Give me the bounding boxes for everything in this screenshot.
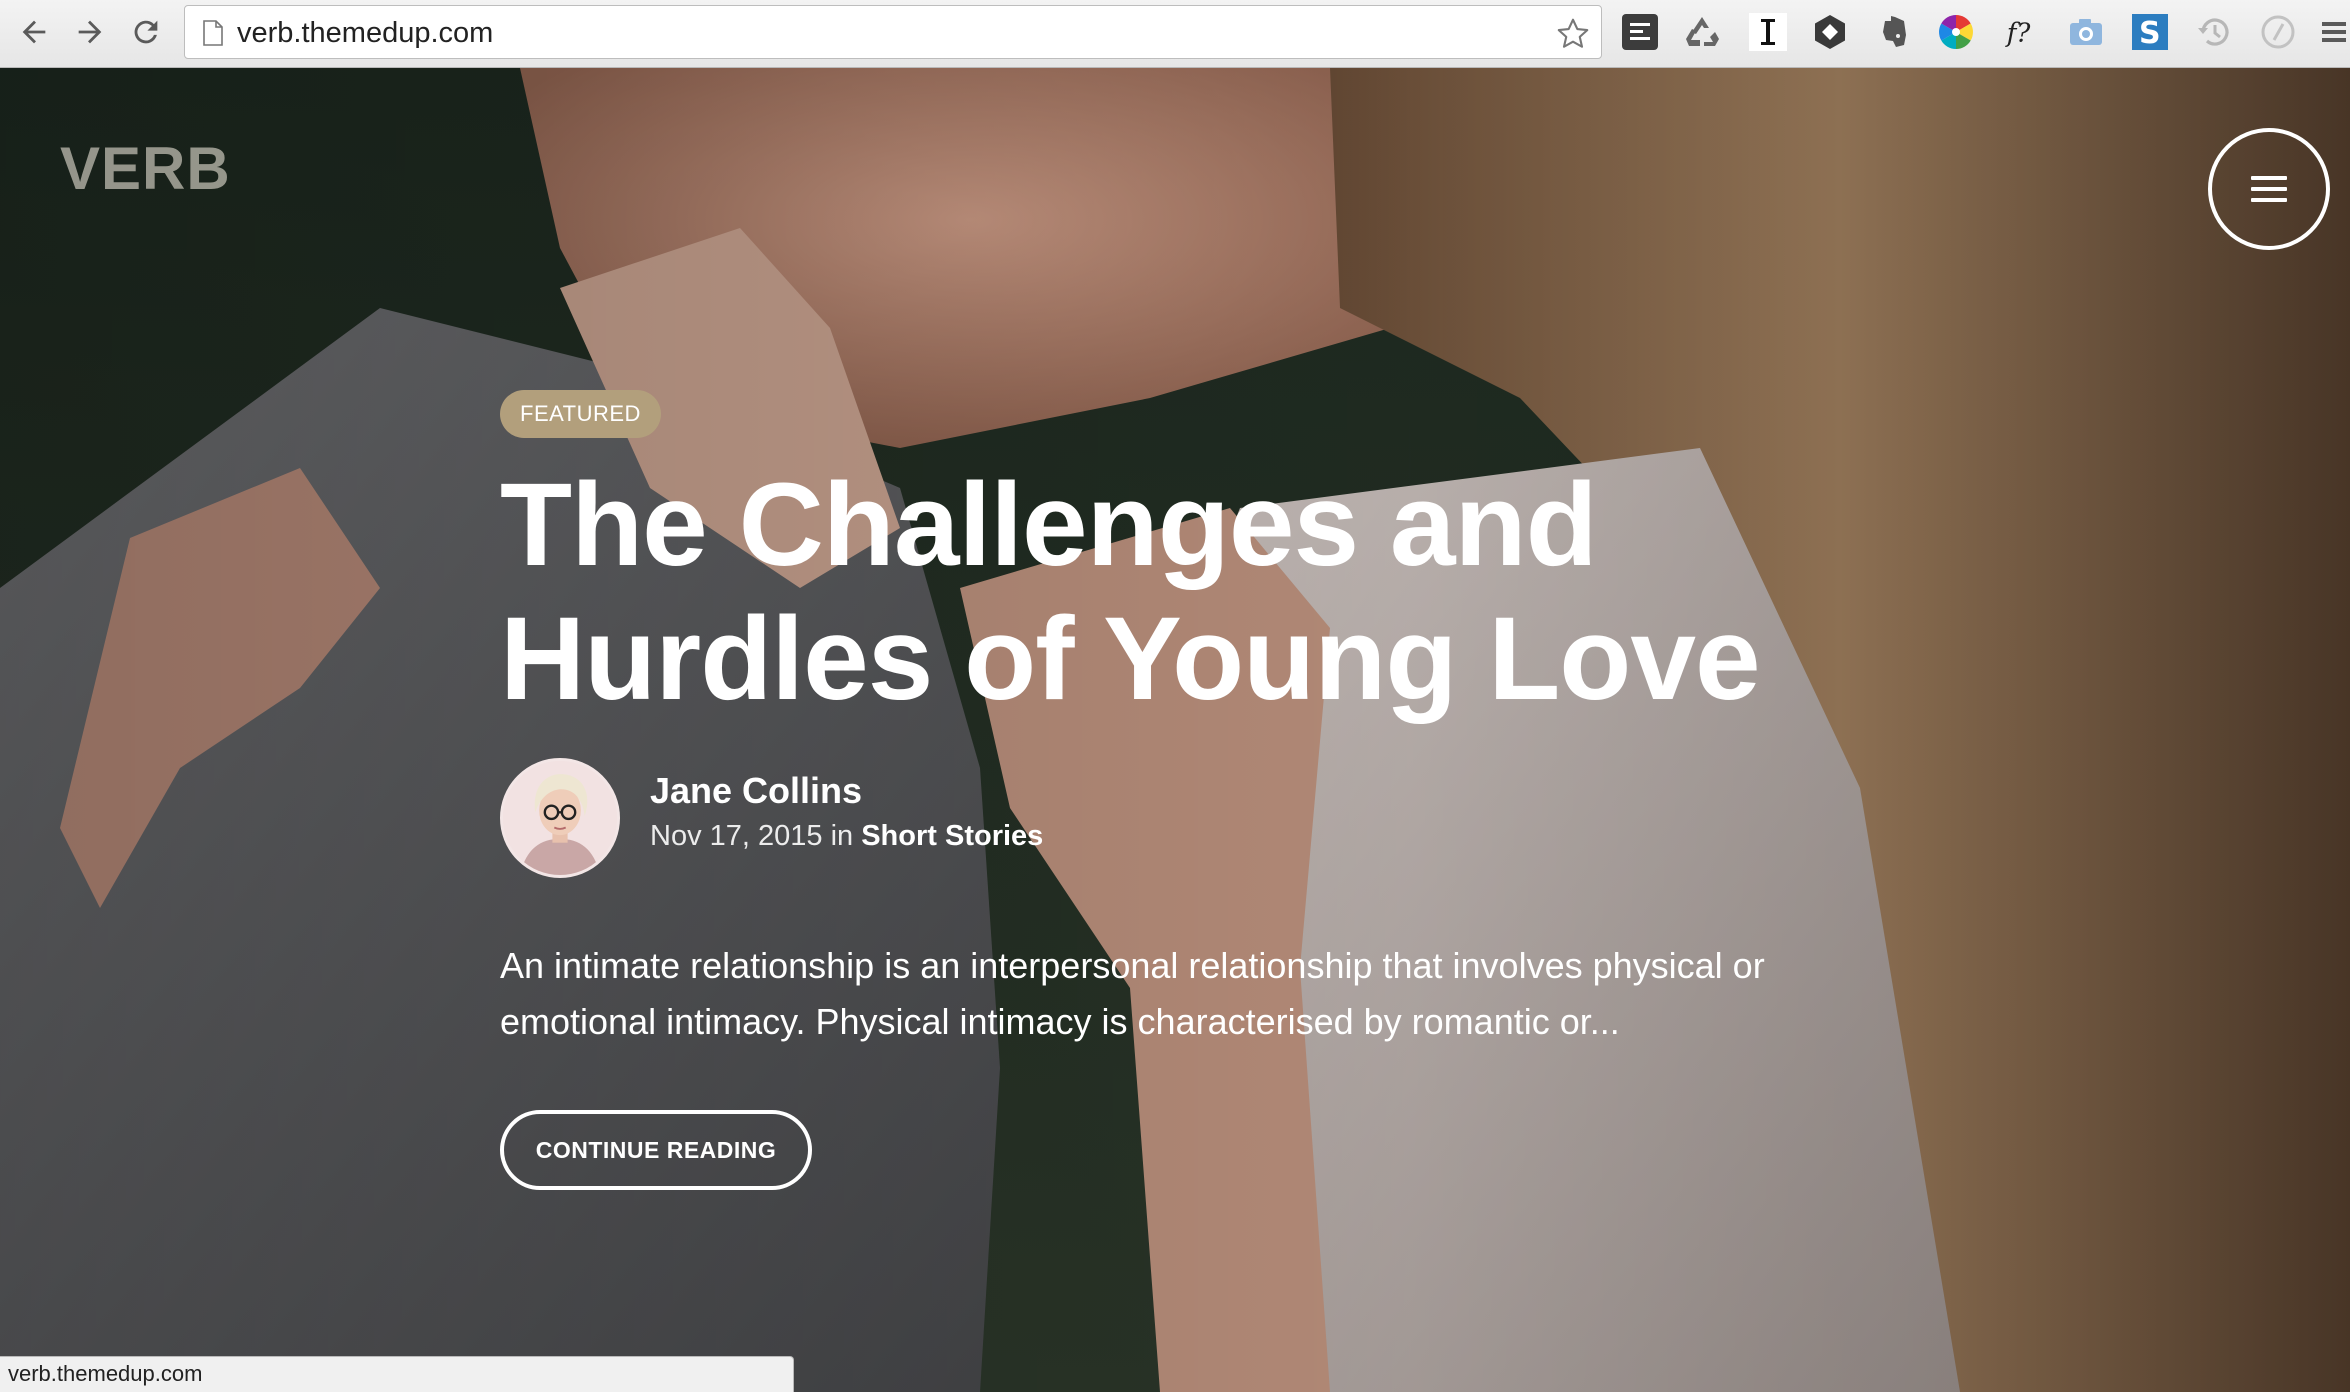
author-avatar[interactable] — [500, 758, 620, 878]
back-button[interactable] — [10, 8, 58, 56]
hero-section: VERB FEATURED The Challenges and Hurdles… — [0, 68, 2350, 1392]
recycle-icon[interactable] — [1682, 12, 1722, 52]
featured-badge: FEATURED — [500, 390, 661, 438]
forward-arrow-icon — [78, 20, 102, 44]
whatfont-icon[interactable]: f? — [2002, 12, 2048, 52]
reload-icon — [134, 20, 158, 44]
chrome-menu-icon[interactable] — [2318, 12, 2348, 52]
hamburger-icon — [2251, 176, 2287, 202]
hexagon-icon[interactable] — [1810, 12, 1850, 52]
page-icon — [203, 20, 223, 46]
site-logo[interactable]: VERB — [60, 134, 231, 203]
post-category-link[interactable]: Short Stories — [861, 820, 1043, 852]
readability-icon[interactable] — [1620, 12, 1660, 52]
color-wheel-icon[interactable] — [1936, 12, 1976, 52]
instapaper-icon[interactable] — [1748, 12, 1788, 52]
post-title[interactable]: The Challenges and Hurdles of Young Love — [500, 458, 1900, 726]
post-meta: Nov 17, 2015 in Short Stories — [650, 820, 1043, 853]
forward-button[interactable] — [66, 8, 114, 56]
history-icon[interactable] — [2194, 12, 2234, 52]
address-bar[interactable]: verb.themedup.com — [184, 5, 1602, 59]
stylebot-icon[interactable]: S — [2130, 12, 2170, 52]
back-arrow-icon — [22, 20, 46, 44]
post-date: Nov 17, 2015 — [650, 820, 823, 852]
evernote-icon[interactable] — [1874, 12, 1914, 52]
reload-button[interactable] — [122, 8, 170, 56]
speed-dial-icon[interactable] — [2258, 12, 2298, 52]
post-excerpt: An intimate relationship is an interpers… — [500, 945, 1765, 1042]
url-text: verb.themedup.com — [237, 17, 494, 49]
meta-in-word: in — [830, 820, 854, 852]
author-name[interactable]: Jane Collins — [650, 770, 862, 812]
continue-reading-button[interactable]: CONTINUE READING — [500, 1110, 812, 1190]
browser-toolbar: verb.themedup.com f? S — [0, 0, 2350, 68]
camera-icon[interactable] — [2066, 12, 2106, 52]
menu-button[interactable] — [2208, 128, 2330, 250]
hero-overlay — [0, 68, 2350, 1392]
bookmark-star-icon[interactable] — [1555, 16, 1591, 52]
svg-text:S: S — [2139, 16, 2161, 51]
status-bar: verb.themedup.com — [0, 1356, 794, 1392]
svg-text:f?: f? — [2005, 19, 2031, 49]
